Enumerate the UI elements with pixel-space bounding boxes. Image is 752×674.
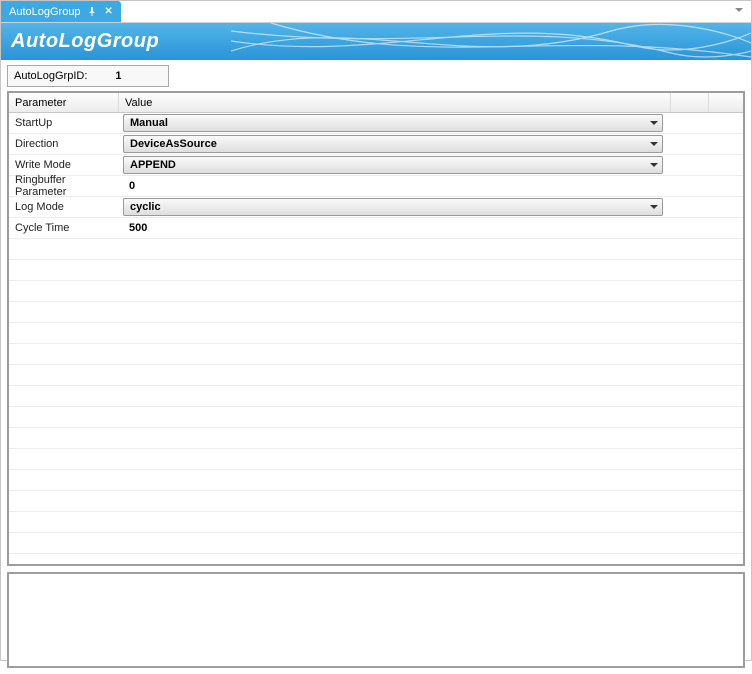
column-header-parameter[interactable]: Parameter [9, 93, 119, 112]
column-header-extra1[interactable] [671, 93, 709, 112]
tab-label: AutoLogGroup [9, 6, 81, 18]
direction-dropdown[interactable]: DeviceAsSource [123, 135, 663, 153]
table-row [9, 491, 743, 512]
table-row [9, 449, 743, 470]
table-row [9, 470, 743, 491]
param-value-cell: 500 [119, 222, 743, 234]
autologgrpid-value: 1 [115, 70, 121, 82]
table-row [9, 386, 743, 407]
tab-strip: AutoLogGroup ✕ [1, 1, 751, 23]
table-row [9, 281, 743, 302]
param-value-cell: 0 [119, 180, 743, 192]
chevron-down-icon [650, 205, 658, 209]
autologgrpid-label: AutoLogGrpID: [14, 70, 87, 82]
table-row: Log Mode cyclic [9, 197, 743, 218]
table-row [9, 407, 743, 428]
param-label: Log Mode [9, 201, 119, 213]
tab-strip-menu-button[interactable] [733, 4, 747, 18]
table-row [9, 365, 743, 386]
content-area: AutoLogGrpID: 1 Parameter Value StartUp M… [1, 60, 751, 674]
parameter-grid: Parameter Value StartUp Manual Direction De… [7, 91, 745, 566]
dropdown-value: DeviceAsSource [130, 138, 217, 150]
table-row [9, 323, 743, 344]
table-row [9, 344, 743, 365]
startup-dropdown[interactable]: Manual [123, 114, 663, 132]
page-title: AutoLogGroup [11, 30, 159, 53]
dropdown-value: APPEND [130, 159, 176, 171]
details-panel [7, 572, 745, 668]
cycle-time-value[interactable]: 500 [123, 222, 147, 234]
table-row: Ringbuffer Parameter 0 [9, 176, 743, 197]
param-value-cell: Manual [119, 114, 743, 132]
header-wave-decoration [231, 23, 751, 60]
table-row: Direction DeviceAsSource [9, 134, 743, 155]
header-bar: AutoLogGroup [1, 23, 751, 60]
param-value-cell: cyclic [119, 198, 743, 216]
grid-body: StartUp Manual Direction DeviceAsSource Writ… [9, 113, 743, 554]
param-label: Write Mode [9, 159, 119, 171]
dropdown-value: Manual [130, 117, 168, 129]
param-value-cell: APPEND [119, 156, 743, 174]
grid-header-row: Parameter Value [9, 93, 743, 113]
chevron-down-icon [650, 163, 658, 167]
column-header-value[interactable]: Value [119, 93, 671, 112]
dropdown-value: cyclic [130, 201, 161, 213]
param-label: StartUp [9, 117, 119, 129]
param-label: Cycle Time [9, 222, 119, 234]
table-row [9, 302, 743, 323]
param-label: Direction [9, 138, 119, 150]
param-label: Ringbuffer Parameter [9, 174, 119, 198]
param-value-cell: DeviceAsSource [119, 135, 743, 153]
write-mode-dropdown[interactable]: APPEND [123, 156, 663, 174]
tab-autologgroup[interactable]: AutoLogGroup ✕ [1, 1, 121, 22]
pin-icon[interactable] [86, 6, 98, 18]
table-row [9, 239, 743, 260]
table-row [9, 428, 743, 449]
table-row [9, 260, 743, 281]
table-row: Cycle Time 500 [9, 218, 743, 239]
table-row [9, 512, 743, 533]
close-icon[interactable]: ✕ [103, 6, 115, 18]
table-row [9, 533, 743, 554]
table-row: StartUp Manual [9, 113, 743, 134]
column-header-extra2[interactable] [709, 93, 743, 112]
chevron-down-icon [650, 142, 658, 146]
chevron-down-icon [650, 121, 658, 125]
log-mode-dropdown[interactable]: cyclic [123, 198, 663, 216]
autologgrpid-field: AutoLogGrpID: 1 [7, 65, 169, 87]
table-row: Write Mode APPEND [9, 155, 743, 176]
ringbuffer-parameter-value[interactable]: 0 [123, 180, 135, 192]
